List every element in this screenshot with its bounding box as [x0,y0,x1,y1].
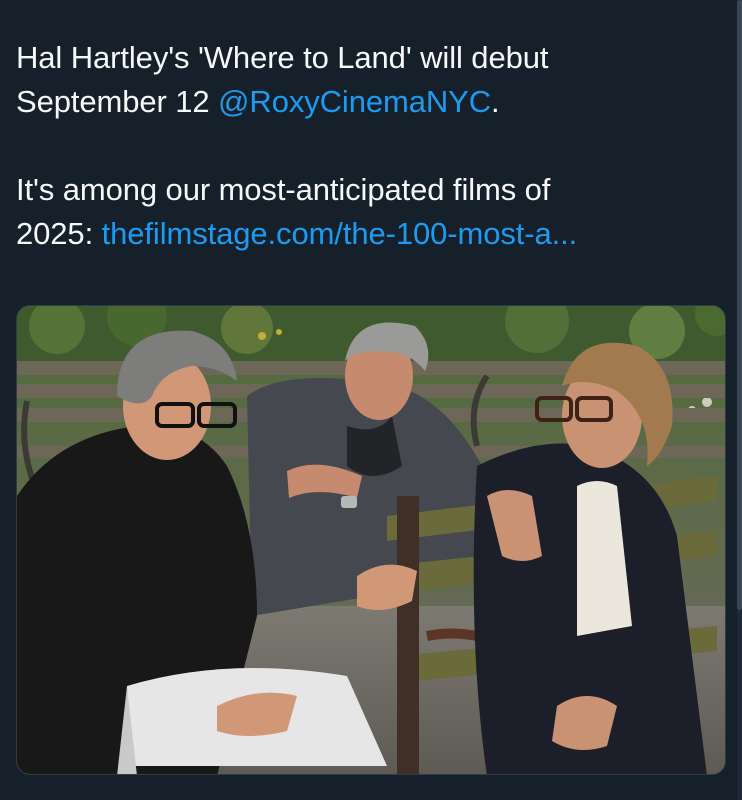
tweet-text-line-1: Hal Hartley's 'Where to Land' will debut [16,40,549,75]
photo-illustration [17,306,725,774]
mention-link[interactable]: @RoxyCinemaNYC [218,84,491,119]
tweet-photo[interactable] [16,305,726,775]
tweet-text-period: . [491,84,500,119]
tweet-text-line-3: It's among our most-anticipated films of [16,172,551,207]
tweet-text-line-2: September 12 [16,84,219,119]
tweet: Hal Hartley's 'Where to Land' will debut… [0,0,742,800]
scrollbar-thumb[interactable] [737,0,742,610]
tweet-paragraph-1: Hal Hartley's 'Where to Land' will debut… [16,36,716,124]
tweet-text-line-4: 2025: [16,216,102,251]
tweet-paragraph-2: It's among our most-anticipated films of… [16,168,716,256]
article-link[interactable]: thefilmstage.com/the-100-most-a... [102,216,578,251]
scrollbar[interactable] [737,0,742,800]
tweet-text: Hal Hartley's 'Where to Land' will debut… [16,36,716,256]
